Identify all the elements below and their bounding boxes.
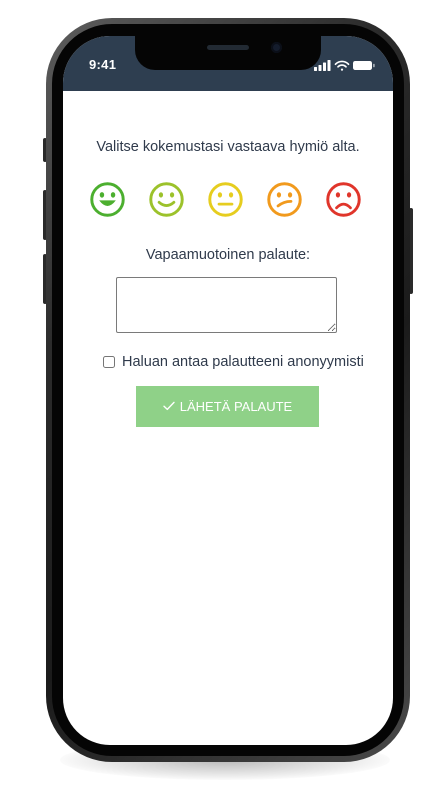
- anonymous-label: Haluan antaa palautteeni anonyymisti: [122, 354, 364, 370]
- prompt-text: Valitse kokemustasi vastaava hymiö alta.: [96, 139, 360, 155]
- notch: [135, 36, 321, 70]
- battery-icon: [353, 61, 375, 70]
- submit-label: LÄHETÄ PALAUTE: [179, 399, 293, 414]
- smiley-selector: [89, 181, 369, 219]
- wifi-icon: [334, 60, 350, 71]
- status-time: 9:41: [89, 57, 117, 72]
- speaker-grille: [207, 45, 249, 50]
- feedback-textarea[interactable]: [116, 277, 337, 333]
- signal-icon: [314, 60, 331, 71]
- neutral-face-icon[interactable]: [207, 181, 244, 218]
- check-icon: [163, 399, 175, 414]
- unsure-face-icon[interactable]: [266, 181, 303, 218]
- anonymous-option[interactable]: Haluan antaa palautteeni anonyymisti: [103, 353, 364, 371]
- very-happy-face-icon[interactable]: [89, 181, 126, 218]
- status-bar: 9:41: [63, 36, 393, 91]
- status-icons: [314, 58, 376, 71]
- feedback-page: Valitse kokemustasi vastaava hymiö alta.: [63, 91, 393, 745]
- happy-face-icon[interactable]: [148, 181, 185, 218]
- front-camera: [271, 42, 282, 53]
- phone-frame: 9:41 Valitse kokemustasi vastaava hymiö …: [46, 18, 410, 762]
- anonymous-checkbox[interactable]: [103, 356, 115, 368]
- submit-feedback-button[interactable]: LÄHETÄ PALAUTE: [136, 386, 319, 427]
- sad-face-icon[interactable]: [325, 181, 362, 218]
- phone-screen: 9:41 Valitse kokemustasi vastaava hymiö …: [63, 36, 393, 745]
- free-text-label: Vapaamuotoinen palaute:: [145, 247, 311, 263]
